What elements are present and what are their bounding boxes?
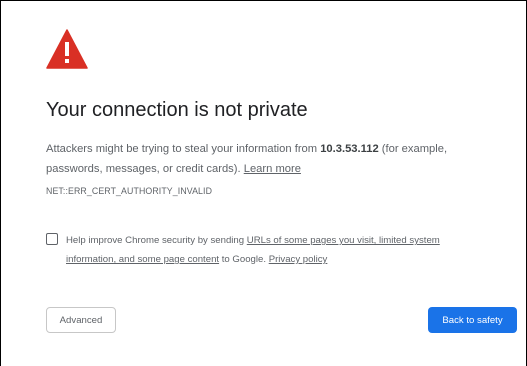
optin-middle: to Google.	[219, 254, 269, 265]
back-to-safety-button[interactable]: Back to safety	[428, 307, 517, 333]
optin-prefix: Help improve Chrome security by sending	[66, 235, 247, 246]
message-prefix: Attackers might be trying to steal your …	[46, 143, 321, 155]
host-address: 10.3.53.112	[320, 143, 379, 155]
advanced-button[interactable]: Advanced	[46, 307, 116, 333]
warning-triangle-icon	[46, 29, 88, 69]
warning-triangle-graphic	[46, 29, 88, 69]
error-code: NET::ERR_CERT_AUTHORITY_INVALID	[46, 186, 213, 196]
page-title: Your connection is not private	[46, 99, 308, 121]
main-message: Attackers might be trying to steal your …	[46, 139, 491, 179]
interstitial-page: Your connection is not private Attackers…	[0, 0, 527, 366]
security-optin-checkbox[interactable]	[46, 233, 58, 245]
security-optin-label: Help improve Chrome security by sending …	[66, 231, 486, 269]
privacy-policy-link[interactable]: Privacy policy	[269, 254, 328, 265]
learn-more-link[interactable]: Learn more	[244, 163, 301, 175]
